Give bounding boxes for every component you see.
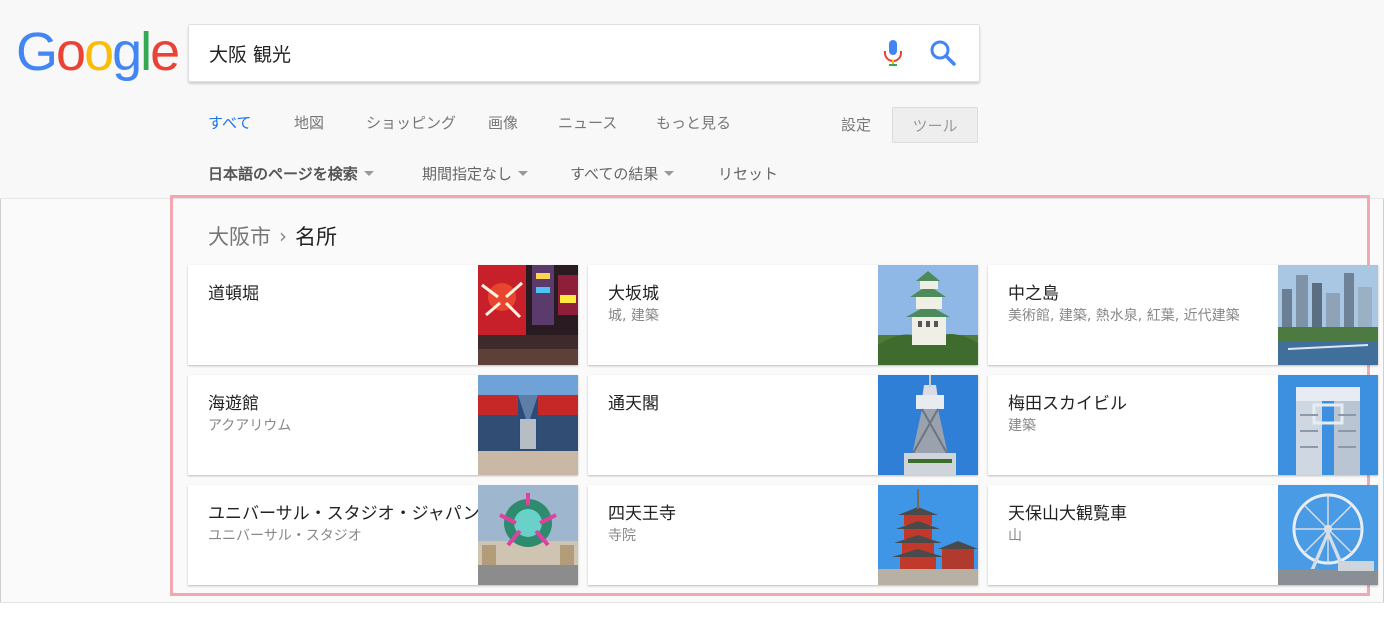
shitennoji-thumbnail <box>878 485 978 585</box>
breadcrumb-parent[interactable]: 大阪市 <box>208 221 271 251</box>
place-card-shitennoji[interactable]: 四天王寺 寺院 <box>588 485 978 585</box>
place-card-dotonbori[interactable]: 道頓堀 <box>188 265 578 365</box>
place-title: 海遊館 <box>208 394 259 414</box>
dotonbori-thumbnail <box>478 265 578 365</box>
dropdown-caret-icon <box>518 171 529 176</box>
place-title: ユニバーサル・スタジオ・ジャパン <box>208 504 480 524</box>
microphone-icon[interactable] <box>881 39 905 67</box>
place-title: 道頓堀 <box>208 284 259 304</box>
osaka-castle-thumbnail <box>878 265 978 365</box>
dropdown-caret-icon <box>664 171 675 176</box>
dropdown-caret-icon <box>363 171 374 176</box>
place-card-osaka-castle[interactable]: 大坂城 城, 建築 <box>588 265 978 365</box>
settings-link[interactable]: 設定 <box>841 114 871 135</box>
logo-letter: g <box>112 22 142 82</box>
search-box <box>188 24 980 82</box>
tab-more[interactable]: もっと見る <box>656 112 731 133</box>
place-card-tsutenkaku[interactable]: 通天閣 <box>588 375 978 475</box>
place-title: 中之島 <box>1008 284 1059 304</box>
place-card-tempozan-ferris-wheel[interactable]: 天保山大観覧車 山 <box>988 485 1378 585</box>
umeda-sky-building-thumbnail <box>1278 375 1378 475</box>
search-icon[interactable] <box>929 39 957 67</box>
kaiyukan-thumbnail <box>478 375 578 475</box>
language-filter[interactable]: 日本語のページを検索 <box>208 163 374 184</box>
logo-letter: G <box>16 22 58 82</box>
place-subtitle: 寺院 <box>608 528 636 544</box>
time-filter-label: 期間指定なし <box>422 165 513 183</box>
place-card-kaiyukan[interactable]: 海遊館 アクアリウム <box>188 375 578 475</box>
footer-bar <box>0 602 1384 636</box>
place-title: 通天閣 <box>608 394 659 414</box>
results-filter[interactable]: すべての結果 <box>570 163 675 184</box>
logo-letter: o <box>84 22 114 82</box>
tsutenkaku-thumbnail <box>878 375 978 475</box>
google-logo[interactable]: Google <box>16 22 180 82</box>
place-subtitle: 山 <box>1008 528 1022 544</box>
nakanoshima-thumbnail <box>1278 265 1378 365</box>
place-card-universal-studios-japan[interactable]: ユニバーサル・スタジオ・ジャパン ユニバーサル・スタジオ <box>188 485 578 585</box>
logo-letter: o <box>56 22 86 82</box>
tab-maps[interactable]: 地図 <box>294 112 324 133</box>
logo-letter: e <box>150 22 180 82</box>
place-subtitle: ユニバーサル・スタジオ <box>208 528 362 544</box>
results-filter-label: すべての結果 <box>570 165 659 183</box>
place-title: 天保山大観覧車 <box>1008 504 1127 524</box>
tab-images[interactable]: 画像 <box>488 112 518 133</box>
logo-letter: l <box>140 22 152 82</box>
universal-studios-thumbnail <box>478 485 578 585</box>
place-title: 梅田スカイビル <box>1008 394 1127 414</box>
breadcrumb-separator: › <box>279 224 287 248</box>
place-subtitle: 美術館, 建築, 熱水泉, 紅葉, 近代建築 <box>1008 308 1240 324</box>
tab-news[interactable]: ニュース <box>558 112 617 133</box>
place-card-umeda-sky-building[interactable]: 梅田スカイビル 建築 <box>988 375 1378 475</box>
tab-shopping[interactable]: ショッピング <box>366 112 456 133</box>
time-filter[interactable]: 期間指定なし <box>422 163 529 184</box>
tab-all[interactable]: すべて <box>208 112 251 133</box>
place-title: 大坂城 <box>608 284 659 304</box>
language-filter-label: 日本語のページを検索 <box>208 165 358 183</box>
tools-button[interactable]: ツール <box>892 107 978 143</box>
place-subtitle: 城, 建築 <box>608 308 659 324</box>
place-subtitle: アクアリウム <box>208 418 292 434</box>
breadcrumb: 大阪市 › 名所 <box>208 221 337 251</box>
header: Google すべて 地図 ショッピング 画像 ニュース もっと見る 設定 ツー… <box>0 0 1384 199</box>
place-title: 四天王寺 <box>608 504 676 524</box>
breadcrumb-current: 名所 <box>295 225 337 249</box>
search-input[interactable] <box>207 35 851 71</box>
reset-filter[interactable]: リセット <box>718 163 778 184</box>
place-card-nakanoshima[interactable]: 中之島 美術館, 建築, 熱水泉, 紅葉, 近代建築 <box>988 265 1378 365</box>
tempozan-ferris-wheel-thumbnail <box>1278 485 1378 585</box>
place-subtitle: 建築 <box>1008 418 1036 434</box>
